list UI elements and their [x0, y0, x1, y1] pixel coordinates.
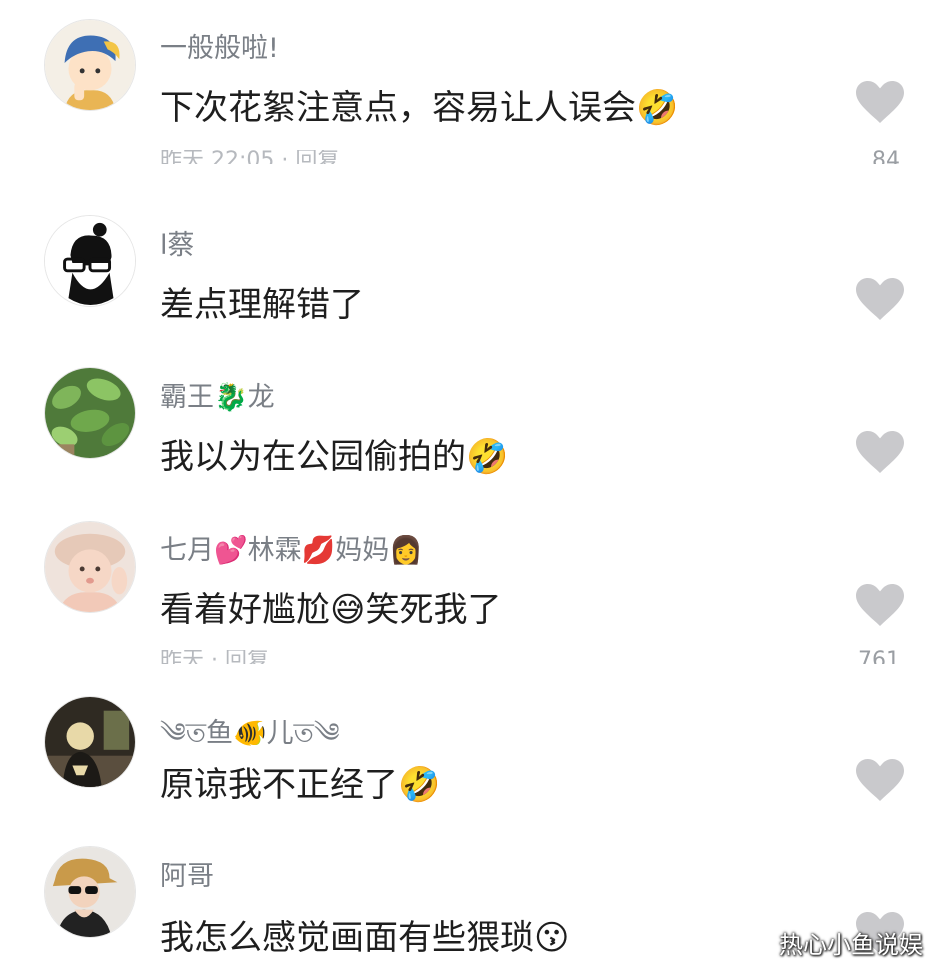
comment-text: 差点理解错了 — [160, 285, 364, 325]
avatar-image — [45, 522, 135, 612]
comment-text: 看着好尴尬😅笑死我了 — [160, 590, 502, 630]
watermark: 热心小鱼说娱 — [779, 931, 923, 959]
avatar-image — [45, 216, 135, 306]
comment-username[interactable]: 七月💕林霖💋妈妈👩 — [160, 528, 423, 567]
heart-icon[interactable] — [856, 759, 904, 801]
comment-text: 下次花絮注意点，容易让人误会🤣 — [160, 88, 679, 128]
comment-text: 我怎么感觉画面有些猥琐😗 — [160, 918, 570, 958]
avatar[interactable] — [44, 846, 136, 938]
avatar-image — [45, 20, 135, 110]
avatar[interactable] — [44, 19, 136, 111]
like-count: 761 — [858, 650, 900, 664]
heart-icon[interactable] — [856, 81, 904, 123]
avatar[interactable] — [44, 696, 136, 788]
comment-item: 一般般啦! 下次花絮注意点，容易让人误会🤣 昨天 22:05 · 回复 84 — [0, 0, 935, 175]
avatar[interactable] — [44, 521, 136, 613]
comment-item: l蔡 差点理解错了 — [0, 175, 935, 345]
avatar[interactable] — [44, 367, 136, 459]
comment-meta: 昨天 · 回复 — [160, 650, 269, 664]
comment-username[interactable]: 一般般啦! — [160, 26, 279, 65]
comment-text: 我以为在公园偷拍的🤣 — [160, 437, 509, 477]
comment-item: 霸王🐉龙 我以为在公园偷拍的🤣 — [0, 345, 935, 500]
comment-username[interactable]: 霸王🐉龙 — [160, 375, 275, 414]
heart-icon[interactable] — [856, 278, 904, 320]
comment-meta: 昨天 22:05 · 回复 — [160, 150, 340, 164]
comment-text: 原谅我不正经了🤣 — [160, 765, 441, 805]
avatar-image — [45, 847, 135, 937]
like-count: 84 — [872, 150, 900, 164]
heart-icon[interactable] — [856, 584, 904, 626]
avatar-image — [45, 368, 135, 458]
comment-username[interactable]: l蔡 — [160, 223, 195, 262]
avatar[interactable] — [44, 215, 136, 307]
comment-item: ༄ত鱼🐠儿ত༄ 原谅我不正经了🤣 — [0, 675, 935, 840]
comment-item: 七月💕林霖💋妈妈👩 看着好尴尬😅笑死我了 昨天 · 回复 761 — [0, 500, 935, 675]
heart-icon[interactable] — [856, 431, 904, 473]
comment-username[interactable]: 阿哥 — [160, 854, 214, 893]
avatar-image — [45, 697, 135, 787]
